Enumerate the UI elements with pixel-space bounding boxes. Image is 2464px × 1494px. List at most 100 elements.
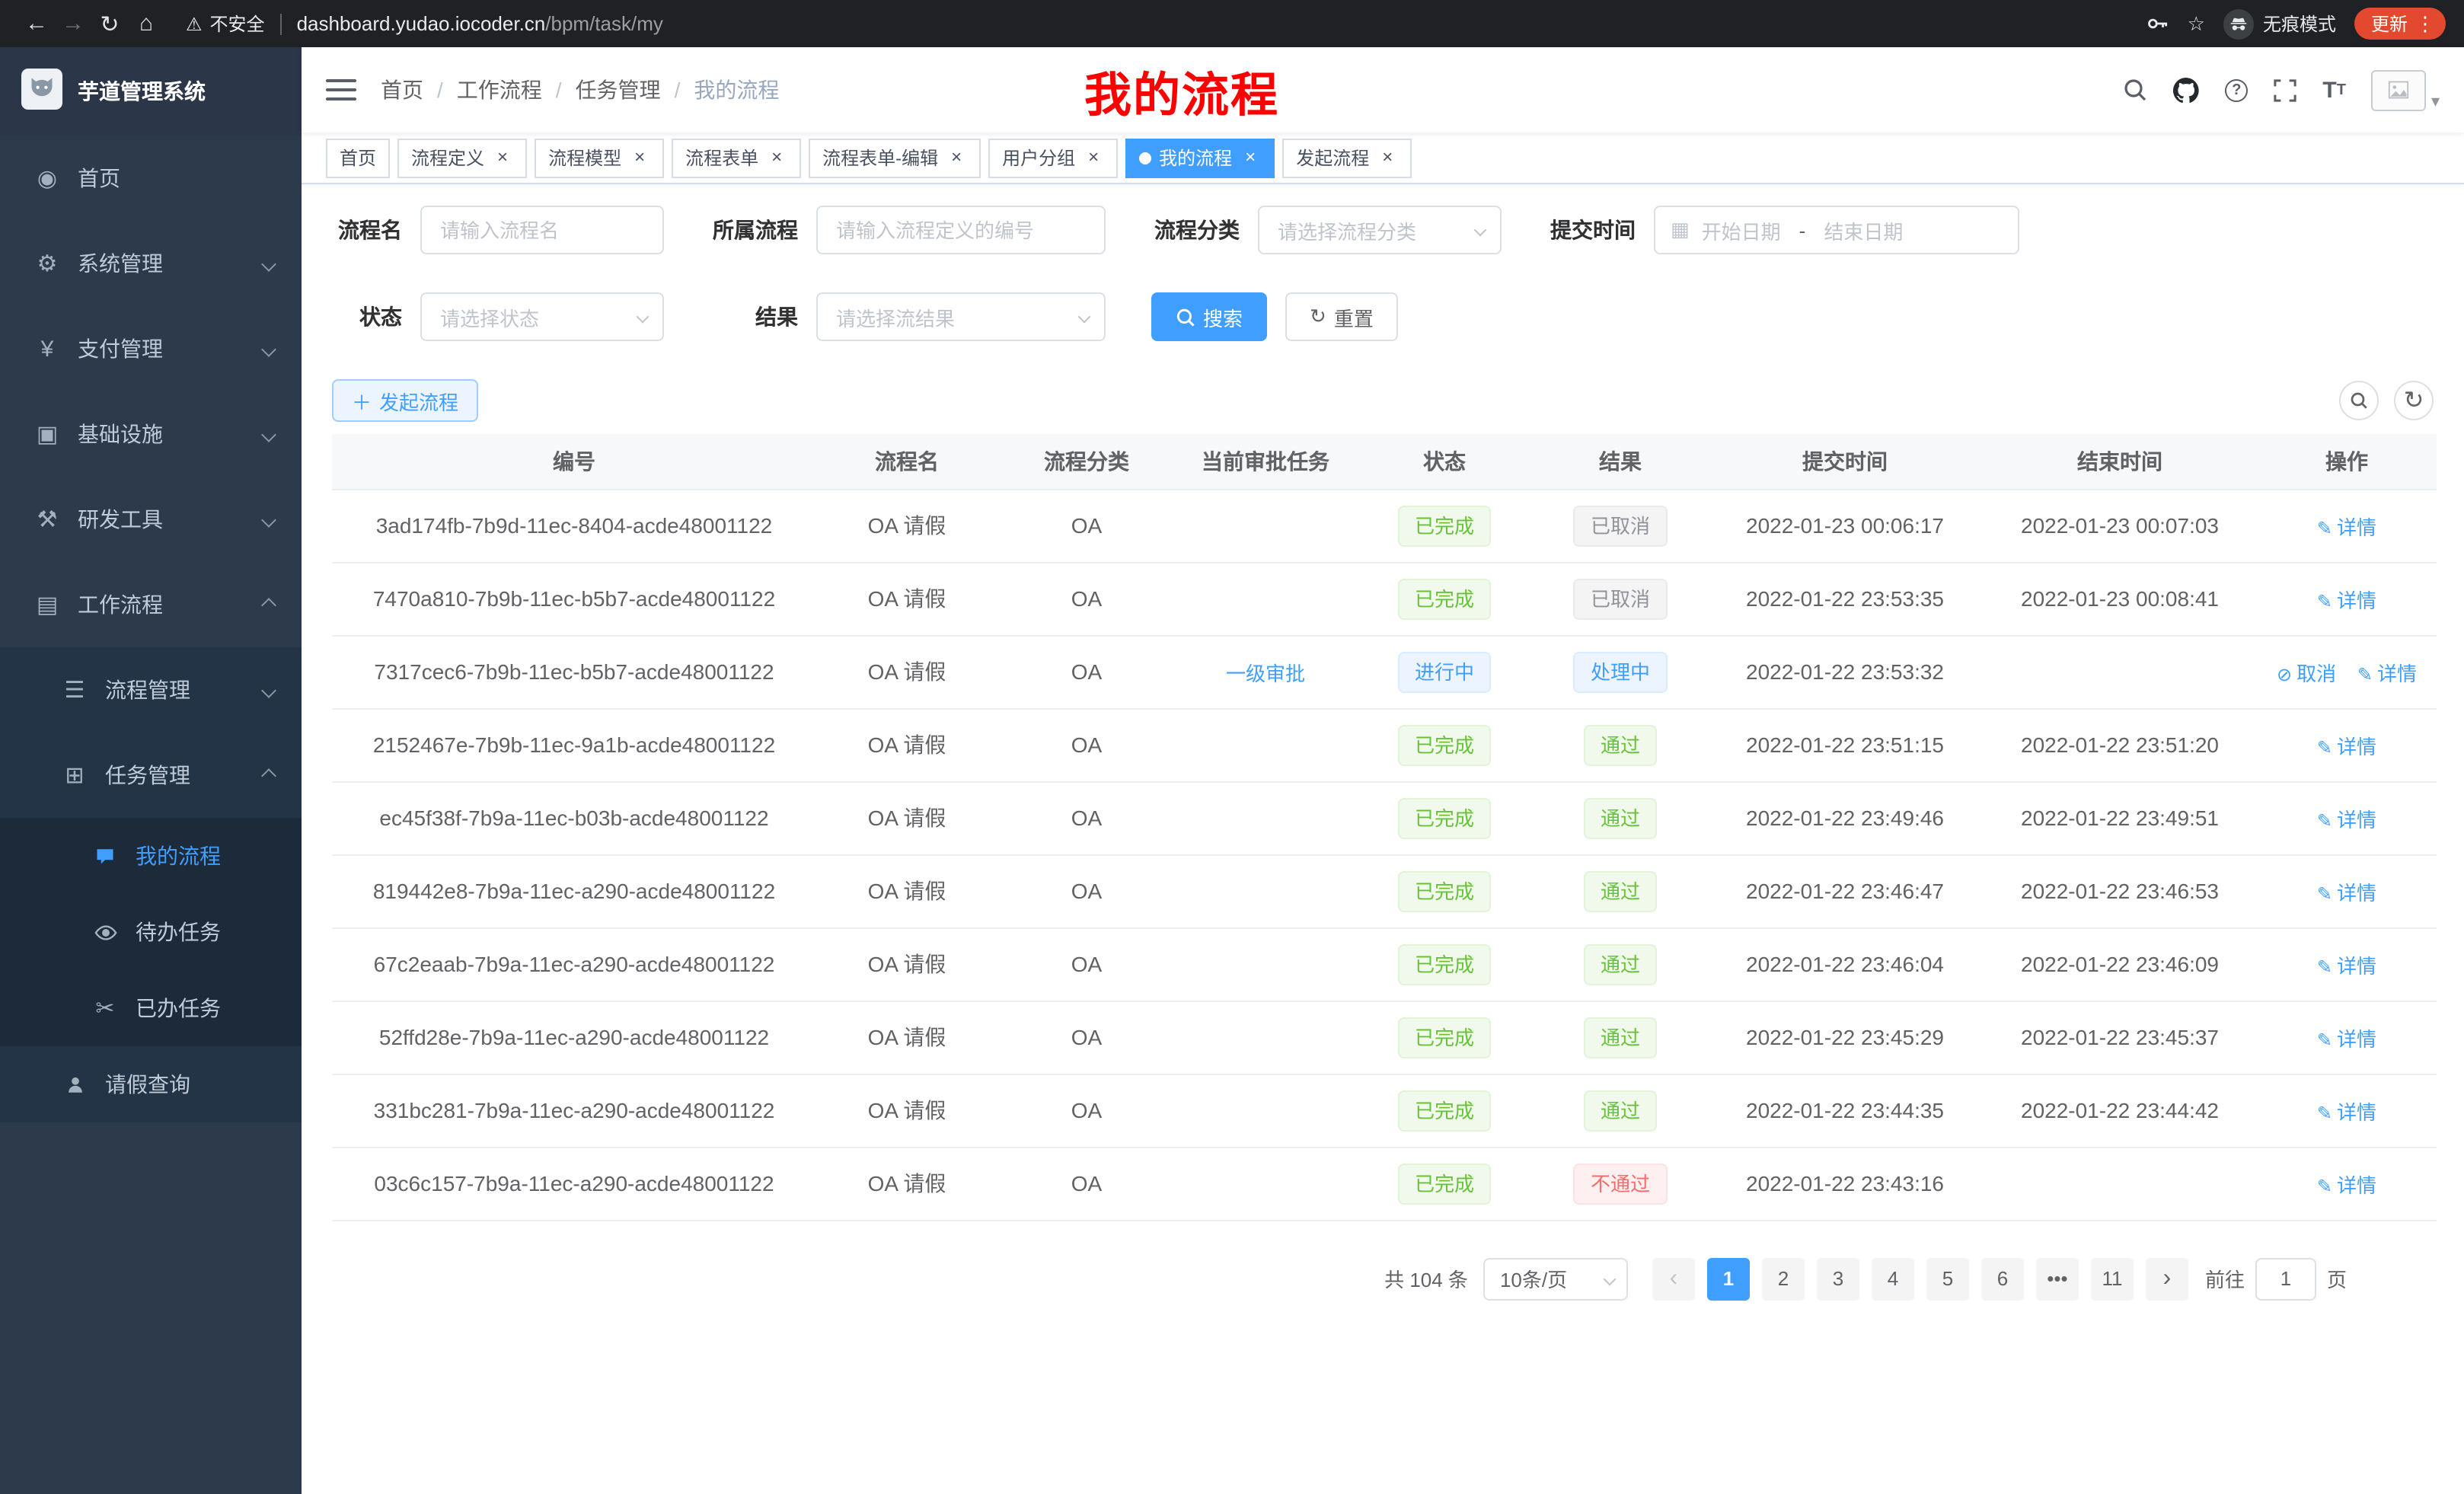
- sidebar-item-process-mgmt[interactable]: ☰ 流程管理: [0, 647, 302, 733]
- app-logo[interactable]: 芋道管理系统: [0, 47, 302, 136]
- edit-icon: ✎: [2357, 663, 2373, 685]
- result-badge: 通过: [1584, 1017, 1657, 1058]
- view-tab[interactable]: 我的流程 ×: [1125, 138, 1275, 177]
- sidebar-item-devtools[interactable]: ⚒ 研发工具: [0, 477, 302, 562]
- close-icon[interactable]: ×: [766, 147, 787, 168]
- sidebar-item-my-process[interactable]: 我的流程: [0, 818, 302, 894]
- prev-page-button[interactable]: ‹: [1652, 1257, 1695, 1300]
- breadcrumb-task-mgmt[interactable]: 任务管理: [576, 75, 661, 105]
- sidebar-item-todo-tasks[interactable]: 待办任务: [0, 894, 302, 970]
- cell-status: 已完成: [1355, 781, 1534, 854]
- detail-link[interactable]: ✎详情: [2317, 516, 2376, 538]
- cell-actions: ⊘取消 ✎详情: [2257, 1001, 2437, 1074]
- reset-button[interactable]: ↻ 重置: [1285, 292, 1398, 341]
- page-button[interactable]: •••: [2036, 1257, 2079, 1300]
- status-badge: 已完成: [1398, 505, 1491, 546]
- table-row: 2152467e-7b9b-11ec-9a1b-acde48001122 OA …: [332, 708, 2437, 781]
- create-process-button[interactable]: ＋ 发起流程: [332, 379, 478, 422]
- view-tab[interactable]: 流程定义 ×: [397, 138, 527, 177]
- security-warning[interactable]: ⚠ 不安全: [186, 11, 265, 37]
- sidebar-item-system[interactable]: ⚙ 系统管理: [0, 221, 302, 306]
- page-button[interactable]: 6: [1981, 1257, 2024, 1300]
- sidebar-item-payment[interactable]: ¥ 支付管理: [0, 306, 302, 391]
- close-icon[interactable]: ×: [1377, 147, 1398, 168]
- page-button[interactable]: 1: [1707, 1257, 1750, 1300]
- page-button[interactable]: 3: [1817, 1257, 1859, 1300]
- goto-page-input[interactable]: [2255, 1257, 2316, 1300]
- user-avatar[interactable]: ▾: [2372, 69, 2440, 110]
- search-icon[interactable]: [2123, 78, 2147, 102]
- show-search-button[interactable]: [2339, 381, 2379, 420]
- detail-link[interactable]: ✎详情: [2317, 1027, 2376, 1050]
- kebab-menu-icon[interactable]: ⋮: [2415, 14, 2435, 34]
- sidebar-item-home[interactable]: ◉ 首页: [0, 136, 302, 221]
- cell-category: OA: [997, 708, 1176, 781]
- total-count: 共 104 条: [1384, 1264, 1468, 1293]
- close-icon[interactable]: ×: [629, 147, 650, 168]
- cell-result: 通过: [1534, 708, 1707, 781]
- password-key-icon[interactable]: [2146, 12, 2169, 35]
- detail-link[interactable]: ✎详情: [2317, 589, 2376, 611]
- goto-label: 前往: [2205, 1264, 2245, 1293]
- font-size-icon[interactable]: TT: [2322, 77, 2346, 103]
- detail-link[interactable]: ✎详情: [2317, 808, 2376, 831]
- close-icon[interactable]: ×: [492, 147, 513, 168]
- fullscreen-icon[interactable]: [2274, 78, 2296, 101]
- tasks-icon: ⊞: [58, 761, 91, 789]
- detail-link[interactable]: ✎详情: [2357, 662, 2417, 685]
- view-tab[interactable]: 流程表单-编辑 ×: [809, 138, 981, 177]
- browser-update-button[interactable]: 更新 ⋮: [2354, 8, 2446, 40]
- cancel-link[interactable]: ⊘取消: [2277, 662, 2336, 685]
- cell-category: OA: [997, 854, 1176, 927]
- status-select[interactable]: 请选择状态: [420, 292, 664, 341]
- bookmark-star-icon[interactable]: ☆: [2188, 11, 2205, 36]
- page-button[interactable]: 5: [1926, 1257, 1969, 1300]
- view-tab[interactable]: 流程表单 ×: [672, 138, 801, 177]
- cell-submit-time: 2022-01-22 23:53:32: [1707, 635, 1983, 708]
- search-button[interactable]: 搜索: [1151, 292, 1267, 341]
- detail-link[interactable]: ✎详情: [2317, 954, 2376, 977]
- sidebar-item-done-tasks[interactable]: ✂ 已办任务: [0, 970, 302, 1046]
- close-icon[interactable]: ×: [946, 147, 967, 168]
- task-link[interactable]: 一级审批: [1226, 662, 1305, 685]
- submit-time-range-picker[interactable]: ▦ 开始日期 - 结束日期: [1654, 206, 2019, 254]
- close-icon[interactable]: ×: [1083, 147, 1104, 168]
- category-select[interactable]: 请选择流程分类: [1258, 206, 1502, 254]
- view-tab[interactable]: 用户分组 ×: [988, 138, 1118, 177]
- browser-reload-icon[interactable]: ↻: [91, 10, 128, 37]
- process-key-input[interactable]: [816, 206, 1106, 254]
- result-select[interactable]: 请选择流结果: [816, 292, 1106, 341]
- view-tab[interactable]: 发起流程 ×: [1282, 138, 1412, 177]
- breadcrumb-home[interactable]: 首页: [381, 75, 423, 105]
- detail-link[interactable]: ✎详情: [2317, 1100, 2376, 1123]
- page-button[interactable]: 11: [2091, 1257, 2134, 1300]
- view-tab[interactable]: 流程模型 ×: [535, 138, 664, 177]
- browser-back-icon[interactable]: ←: [18, 11, 55, 37]
- browser-forward-icon[interactable]: →: [55, 11, 91, 37]
- page-unit-label: 页: [2327, 1264, 2347, 1293]
- browser-home-icon[interactable]: ⌂: [128, 11, 164, 37]
- page-button[interactable]: 2: [1762, 1257, 1805, 1300]
- filter-label-category: 流程分类: [1151, 215, 1240, 245]
- cell-result: 通过: [1534, 1074, 1707, 1147]
- process-name-input[interactable]: [420, 206, 664, 254]
- sidebar-item-task-mgmt[interactable]: ⊞ 任务管理: [0, 733, 302, 818]
- hamburger-icon[interactable]: [326, 79, 356, 101]
- page-size-select[interactable]: 10条/页: [1483, 1257, 1628, 1300]
- sidebar-item-workflow[interactable]: ▤ 工作流程: [0, 562, 302, 647]
- help-icon[interactable]: ?: [2225, 78, 2248, 101]
- detail-link[interactable]: ✎详情: [2317, 881, 2376, 904]
- refresh-table-button[interactable]: ↻: [2394, 381, 2434, 420]
- view-tab[interactable]: 首页 ×: [326, 138, 390, 177]
- next-page-button[interactable]: ›: [2146, 1257, 2188, 1300]
- detail-link[interactable]: ✎详情: [2317, 1173, 2376, 1196]
- sidebar-item-leave-query[interactable]: 请假查询: [0, 1046, 302, 1122]
- result-badge: 通过: [1584, 1090, 1657, 1131]
- page-button[interactable]: 4: [1872, 1257, 1914, 1300]
- breadcrumb-workflow[interactable]: 工作流程: [457, 75, 542, 105]
- detail-link[interactable]: ✎详情: [2317, 735, 2376, 758]
- address-bar[interactable]: dashboard.yudao.iocoder.cn/bpm/task/my: [297, 12, 663, 35]
- sidebar-item-infrastructure[interactable]: ▣ 基础设施: [0, 391, 302, 477]
- github-icon[interactable]: [2173, 77, 2199, 103]
- close-icon[interactable]: ×: [1240, 147, 1261, 168]
